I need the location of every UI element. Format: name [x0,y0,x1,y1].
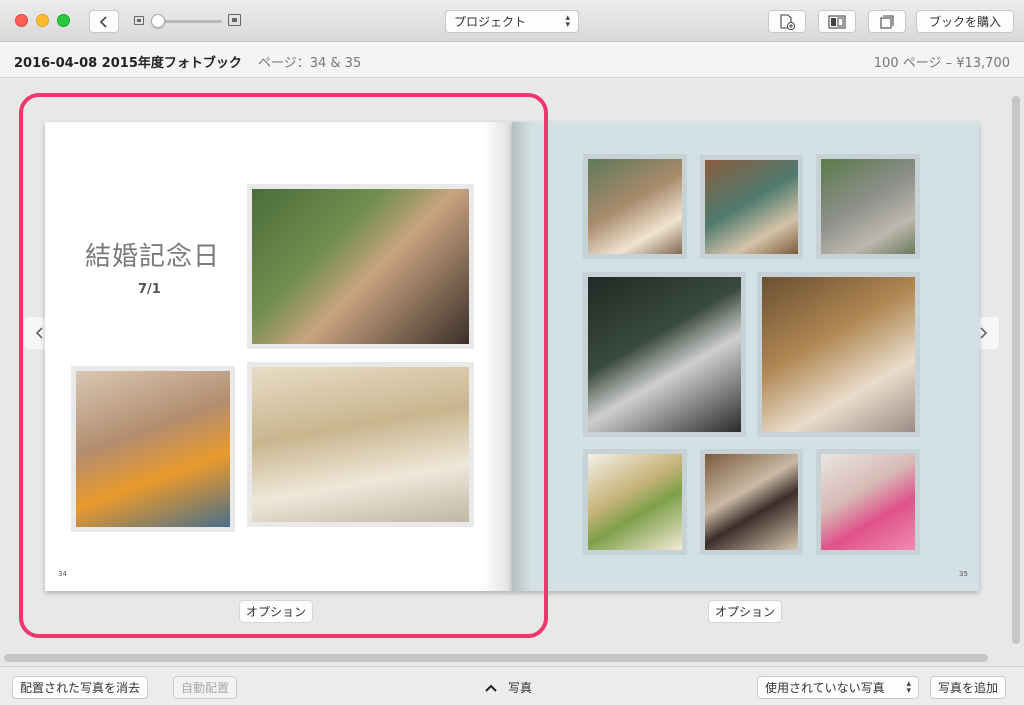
layout-button[interactable] [818,10,856,33]
zoom-slider-thumb[interactable] [151,14,165,28]
page-number-right: 35 [959,570,968,578]
pages-icon [880,14,894,29]
pages-button[interactable] [868,10,906,33]
photos-panel-toggle[interactable]: 写真 [484,679,532,696]
chevron-up-icon [485,684,497,692]
info-bar: 2016-04-08 2015年度フォトブック ページ：34 & 35 100 … [0,42,1024,78]
photos-toggle-label: 写真 [508,681,533,695]
photo-toddler-playing[interactable] [700,155,803,259]
layout-icon [828,14,846,29]
unused-photos-select[interactable]: 使用されていない写真 ▴ ▾ [757,676,919,699]
zoom-slider[interactable] [134,13,244,29]
photo-girl-lollipop[interactable] [583,154,687,259]
toolbar: プロジェクト ▴ ▾ ブックを購入 [0,0,1024,42]
updown-chevron-icon: ▴ ▾ [565,12,570,30]
horizontal-scrollbar[interactable] [4,654,988,662]
price-info: 100 ページ – ¥13,700 [873,56,1010,71]
photo-food-dish[interactable] [583,449,687,555]
updown-chevron-icon: ▴ ▾ [906,678,911,696]
right-page-options-button[interactable]: オプション [708,600,783,623]
photo-toddler-path[interactable] [816,154,920,259]
clear-placed-photos-button[interactable]: 配置された写真を消去 [12,676,149,699]
photo-kids-mickey[interactable] [757,272,920,437]
project-select[interactable]: プロジェクト ▴ ▾ [445,10,579,33]
vertical-scrollbar[interactable] [1012,96,1020,644]
back-button[interactable] [89,10,119,33]
bottom-bar: 配置された写真を消去 自動配置 写真 使用されていない写真 ▴ ▾ 写真を追加 [0,666,1024,705]
add-page-button[interactable] [768,10,806,33]
auto-place-button[interactable]: 自動配置 [173,676,238,699]
selection-highlight [19,93,548,638]
zoom-small-icon [134,16,144,25]
buy-book-button[interactable]: ブックを購入 [916,10,1014,33]
page-indicator: ページ：34 & 35 [258,56,362,71]
zoom-large-icon [228,14,241,26]
add-photos-button[interactable]: 写真を追加 [930,676,1007,699]
left-page-options-button[interactable]: オプション [239,600,314,623]
unused-photos-label: 使用されていない写真 [765,681,885,695]
photo-tanabata-night[interactable] [583,272,746,437]
photo-girl-watermelon[interactable] [700,449,803,555]
chevron-left-icon [99,15,107,28]
photo-kids-pool[interactable] [816,449,920,555]
chevron-right-icon [980,327,988,339]
book-title: 2016-04-08 2015年度フォトブック [14,56,242,71]
window-close-button[interactable] [15,14,28,27]
window-maximize-button[interactable] [57,14,70,27]
project-select-label: プロジェクト [454,15,527,29]
window-minimize-button[interactable] [36,14,49,27]
add-page-icon [780,13,796,30]
